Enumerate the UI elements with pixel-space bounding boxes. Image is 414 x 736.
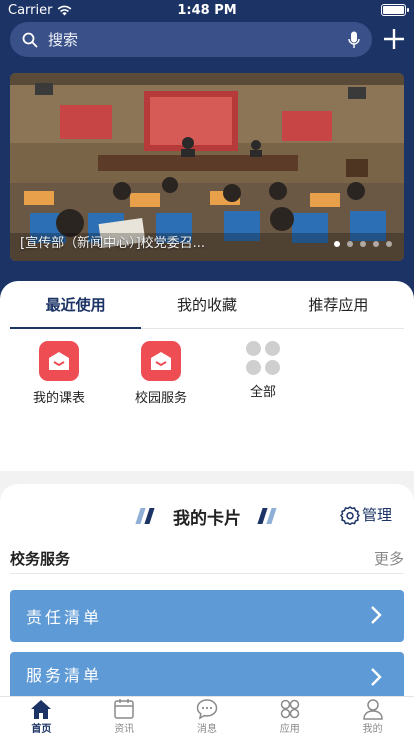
app-schedule[interactable]: 我的课表 — [8, 341, 110, 406]
more-link[interactable]: 更多 — [374, 548, 404, 569]
card-label: 责任清单 — [26, 608, 103, 627]
apps-icon — [280, 699, 300, 719]
app-label: 全部 — [249, 385, 276, 400]
tab-label: 我的 — [362, 724, 383, 735]
tab-favorites[interactable]: 我的收藏 — [141, 281, 272, 328]
bottom-tab-bar: 首页 资讯 消息 应用 我的 — [0, 696, 414, 736]
tab-profile[interactable]: 我的 — [331, 697, 414, 736]
microphone-icon[interactable] — [348, 31, 360, 49]
banner-caption[interactable]: [宣传部（新闻中心）]校党委召... — [20, 232, 205, 251]
tab-apps[interactable]: 应用 — [248, 697, 331, 736]
apps-panel: 最近使用 我的收藏 推荐应用 我的课表 校园服务 全部 — [0, 281, 414, 471]
title-decoration-icon — [257, 508, 277, 524]
schedule-icon — [39, 341, 79, 381]
news-banner[interactable]: [宣传部（新闻中心）]校党委召... — [10, 73, 404, 261]
card-service-list[interactable]: 服务清单 — [10, 652, 404, 696]
tab-label: 首页 — [31, 724, 52, 735]
banner-dot[interactable] — [373, 241, 379, 247]
battery-icon — [381, 4, 409, 16]
plus-icon — [384, 29, 404, 49]
all-apps-icon — [246, 341, 280, 375]
tab-label: 应用 — [279, 724, 300, 735]
campus-service-icon — [141, 341, 181, 381]
message-icon — [196, 699, 218, 720]
app-grid: 我的课表 校园服务 全部 — [0, 329, 414, 406]
manage-button[interactable]: 管理 — [339, 504, 392, 525]
status-time: 1:48 PM — [177, 3, 237, 18]
status-bar: Carrier 1:48 PM — [0, 0, 414, 20]
chevron-right-icon — [371, 668, 382, 686]
banner-pagination[interactable] — [334, 241, 392, 247]
profile-icon — [362, 699, 383, 720]
banner-dot[interactable] — [360, 241, 366, 247]
search-bar[interactable]: 搜索 — [10, 22, 372, 57]
section-title: 校务服务 — [10, 550, 71, 568]
cards-header: 我的卡片 管理 — [0, 484, 414, 544]
tab-label: 资讯 — [114, 724, 135, 735]
search-placeholder[interactable]: 搜索 — [48, 29, 348, 50]
banner-dot[interactable] — [347, 241, 353, 247]
tab-recommended[interactable]: 推荐应用 — [273, 281, 404, 328]
chevron-right-icon — [371, 606, 382, 624]
app-label: 我的课表 — [32, 391, 85, 406]
gear-icon — [339, 505, 360, 525]
tab-label: 消息 — [196, 724, 217, 735]
apps-tabs: 最近使用 我的收藏 推荐应用 — [10, 281, 404, 329]
search-icon — [22, 32, 38, 47]
card-label: 服务清单 — [26, 666, 103, 685]
tab-home[interactable]: 首页 — [0, 697, 83, 736]
add-button[interactable] — [378, 23, 410, 55]
section-header: 校务服务 更多 — [10, 544, 404, 574]
tab-messages[interactable]: 消息 — [166, 697, 249, 736]
home-icon — [31, 700, 52, 719]
app-campus-service[interactable]: 校园服务 — [110, 341, 212, 406]
app-all[interactable]: 全部 — [212, 341, 314, 406]
card-responsibility-list[interactable]: 责任清单 — [10, 590, 404, 642]
app-label: 校园服务 — [134, 391, 187, 406]
manage-label: 管理 — [361, 506, 392, 524]
tab-recent[interactable]: 最近使用 — [10, 281, 142, 329]
banner-dot[interactable] — [334, 241, 340, 247]
tab-news[interactable]: 资讯 — [83, 697, 166, 736]
news-icon — [114, 699, 134, 719]
banner-dot[interactable] — [386, 241, 392, 247]
